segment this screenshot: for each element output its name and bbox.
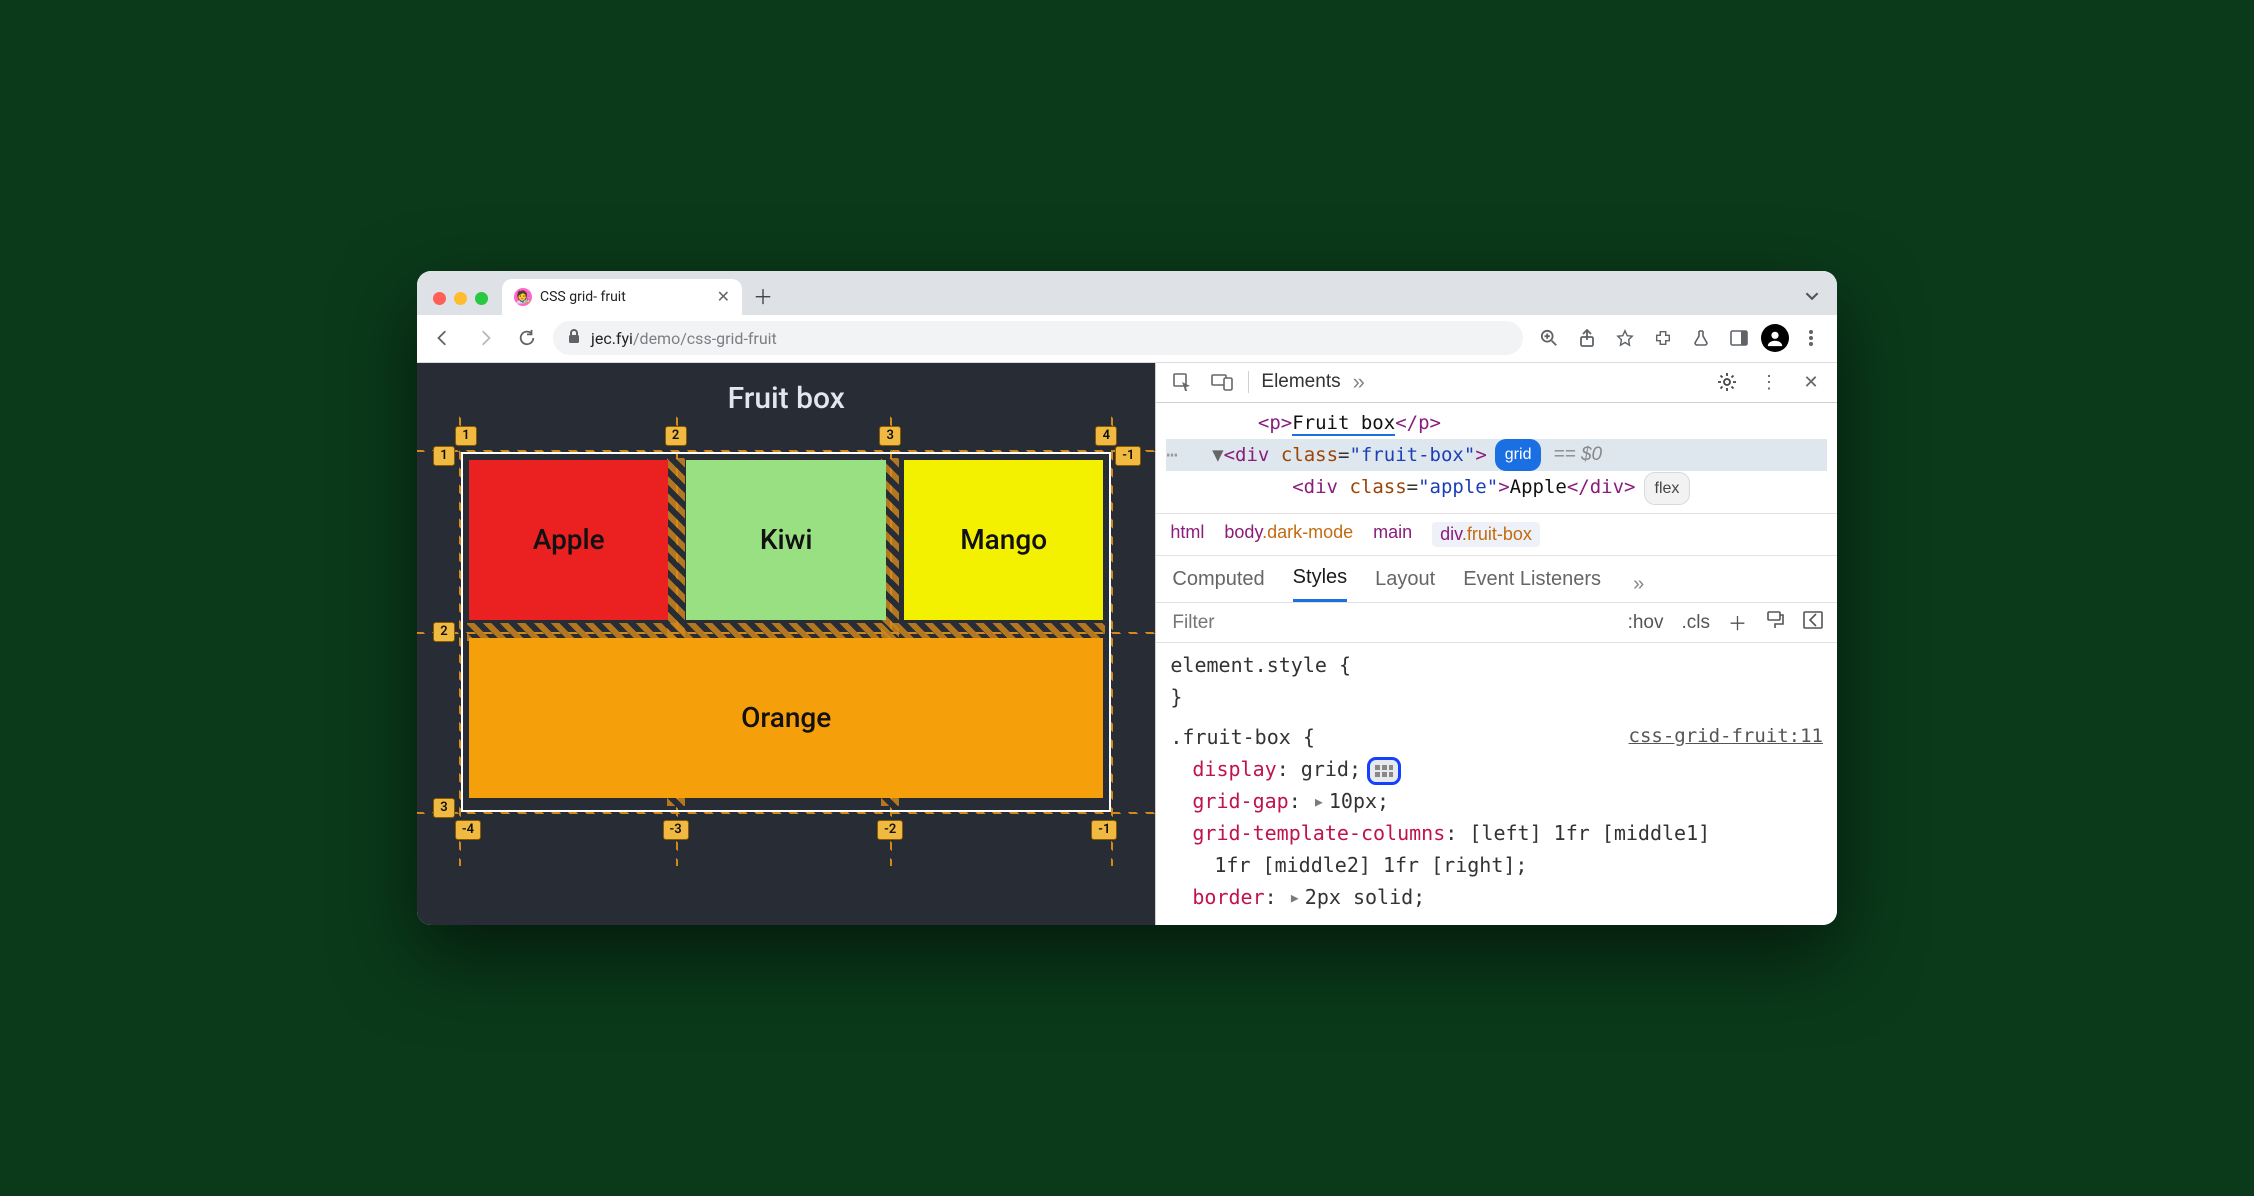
col-label: 4 <box>1095 426 1117 446</box>
row-label: 2 <box>433 622 455 642</box>
tab-styles[interactable]: Styles <box>1293 566 1347 602</box>
tab-event-listeners[interactable]: Event Listeners <box>1463 568 1601 601</box>
grid-overlay-wrap: 1 2 3 4 1 2 3 -1 -4 -3 -2 -1 Apple Kiwi … <box>461 452 1111 812</box>
toggle-pane-icon[interactable] <box>1803 611 1823 635</box>
devtools-panel: Elements » ⋮ ✕ <p>Fruit box</p> ⋯ ▼<div … <box>1155 363 1837 926</box>
breadcrumb-item[interactable]: html <box>1170 522 1204 547</box>
breadcrumb-item-selected[interactable]: div.fruit-box <box>1432 522 1540 547</box>
new-tab-button[interactable]: ＋ <box>748 281 778 311</box>
col-label-neg: -3 <box>663 820 689 840</box>
content-area: Fruit box 1 2 3 4 1 <box>417 363 1837 926</box>
paint-icon[interactable] <box>1765 610 1785 636</box>
breadcrumb-item[interactable]: main <box>1373 522 1412 547</box>
grid-cell-orange: Orange <box>469 638 1103 798</box>
fruit-box-rule[interactable]: css-grid-fruit:11 .fruit-box { display: … <box>1170 721 1823 913</box>
prop-display[interactable]: display: grid; <box>1170 753 1823 785</box>
favicon-icon: 🧑‍🎨 <box>514 288 532 306</box>
browser-toolbar: jec.fyi/demo/css-grid-fruit <box>417 315 1837 363</box>
lock-icon <box>567 328 581 348</box>
sidepanel-icon[interactable] <box>1723 322 1755 354</box>
gear-icon[interactable] <box>1713 368 1741 396</box>
breadcrumb-item[interactable]: body.dark-mode <box>1224 522 1353 547</box>
tab-layout[interactable]: Layout <box>1375 568 1435 601</box>
bookmark-icon[interactable] <box>1609 322 1641 354</box>
maximize-window-button[interactable] <box>475 292 488 305</box>
extensions-icon[interactable] <box>1647 322 1679 354</box>
close-tab-icon[interactable]: ✕ <box>717 289 730 305</box>
tab-strip: 🧑‍🎨 CSS grid- fruit ✕ ＋ <box>417 271 1837 315</box>
browser-window: 🧑‍🎨 CSS grid- fruit ✕ ＋ jec.fyi/demo/css… <box>417 271 1837 926</box>
styles-filterbar: :hov .cls ＋ <box>1156 603 1837 643</box>
new-style-button[interactable]: ＋ <box>1728 609 1747 636</box>
styles-tabstrip: Computed Styles Layout Event Listeners » <box>1156 556 1837 603</box>
grid-cell-kiwi: Kiwi <box>686 460 885 620</box>
forward-button[interactable] <box>469 322 501 354</box>
share-icon[interactable] <box>1571 322 1603 354</box>
rule-source-link[interactable]: css-grid-fruit:11 <box>1629 721 1823 751</box>
toolbar-actions <box>1533 322 1827 354</box>
fruit-grid: Apple Kiwi Mango Orange <box>461 452 1111 812</box>
col-label: 3 <box>879 426 901 446</box>
tab-overflow-icon[interactable] <box>1797 281 1827 311</box>
reload-button[interactable] <box>511 322 543 354</box>
back-button[interactable] <box>427 322 459 354</box>
profile-avatar[interactable] <box>1761 324 1789 352</box>
url-text: jec.fyi/demo/css-grid-fruit <box>591 329 777 348</box>
devtools-topbar: Elements » ⋮ ✕ <box>1156 363 1837 403</box>
minimize-window-button[interactable] <box>454 292 467 305</box>
devtools-tab-elements[interactable]: Elements <box>1261 371 1340 393</box>
col-label-neg: -4 <box>455 820 481 840</box>
dom-breadcrumb[interactable]: html body.dark-mode main div.fruit-box <box>1156 513 1837 556</box>
cls-toggle[interactable]: .cls <box>1681 612 1710 634</box>
kebab-menu-icon[interactable] <box>1795 322 1827 354</box>
hov-toggle[interactable]: :hov <box>1628 612 1664 634</box>
close-window-button[interactable] <box>433 292 446 305</box>
dom-tree[interactable]: <p>Fruit box</p> ⋯ ▼<div class="fruit-bo… <box>1156 403 1837 514</box>
tab-title: CSS grid- fruit <box>540 289 626 305</box>
zoom-icon[interactable] <box>1533 322 1565 354</box>
grid-cell-apple: Apple <box>469 460 668 620</box>
col-label-neg: -1 <box>1091 820 1117 840</box>
devtools-tabs-overflow-icon[interactable]: » <box>1353 369 1365 395</box>
flex-badge[interactable]: flex <box>1644 472 1691 505</box>
prop-grid-template-columns-cont: 1fr [middle2] 1fr [right]; <box>1170 849 1823 881</box>
row-label: 1 <box>433 446 455 466</box>
col-label: 1 <box>455 426 477 446</box>
close-devtools-icon[interactable]: ✕ <box>1797 368 1825 396</box>
kebab-icon[interactable]: ⋮ <box>1755 368 1783 396</box>
row-label: 3 <box>433 798 455 818</box>
grid-badge[interactable]: grid <box>1495 439 1542 470</box>
col-label: 2 <box>665 426 687 446</box>
tab-computed[interactable]: Computed <box>1172 568 1264 601</box>
prop-grid-gap[interactable]: grid-gap: ▸10px; <box>1170 785 1823 817</box>
element-style-rule[interactable]: element.style { } <box>1170 649 1823 713</box>
styles-filter-input[interactable] <box>1170 611 1609 635</box>
inspect-icon[interactable] <box>1168 368 1196 396</box>
dom-node-child[interactable]: <div class="apple">Apple</div>flex <box>1166 471 1827 505</box>
dom-node-selected[interactable]: ⋯ ▼<div class="fruit-box">grid== $0 <box>1166 439 1827 471</box>
styles-tabs-overflow-icon[interactable]: » <box>1633 573 1644 596</box>
labs-icon[interactable] <box>1685 322 1717 354</box>
grid-cell-mango: Mango <box>904 460 1103 620</box>
prop-border[interactable]: border: ▸2px solid; <box>1170 881 1823 913</box>
address-bar[interactable]: jec.fyi/demo/css-grid-fruit <box>553 321 1523 355</box>
grid-editor-icon[interactable] <box>1367 757 1401 785</box>
row-label-neg: -1 <box>1115 446 1141 466</box>
styles-body[interactable]: element.style { } css-grid-fruit:11 .fru… <box>1156 643 1837 925</box>
dom-node-p[interactable]: <p>Fruit box</p> <box>1166 407 1827 439</box>
rendered-page: Fruit box 1 2 3 4 1 <box>417 363 1155 926</box>
col-label-neg: -2 <box>877 820 903 840</box>
browser-tab[interactable]: 🧑‍🎨 CSS grid- fruit ✕ <box>502 279 742 315</box>
page-title: Fruit box <box>417 363 1155 452</box>
device-toggle-icon[interactable] <box>1208 368 1236 396</box>
prop-grid-template-columns[interactable]: grid-template-columns: [left] 1fr [middl… <box>1170 817 1823 849</box>
window-controls <box>427 292 496 315</box>
